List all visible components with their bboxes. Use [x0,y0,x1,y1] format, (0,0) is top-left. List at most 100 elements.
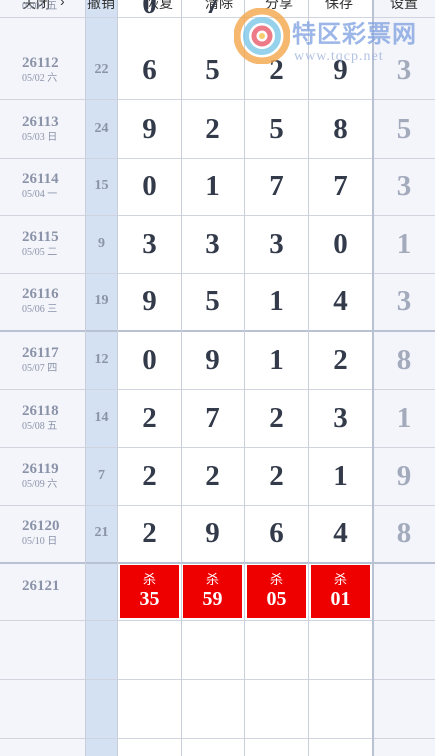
row-date: 05/05 二 [22,246,58,258]
digit-cell: 2 [142,516,157,549]
digit-cell: 9 [205,516,220,549]
sum-cell: 7 [98,468,105,483]
row-date: 05/01 五 [22,1,58,12]
digit-cell: 2 [269,459,284,492]
table-row[interactable]: 26116 05/06 三 19 9 5 1 4 3 [0,272,435,332]
row-date: 05/08 五 [22,420,58,432]
digit-cell: 2 [205,112,220,145]
last-cell: 3 [396,169,412,202]
sum-cell: 19 [94,293,109,308]
kill-label: 杀 [142,572,156,588]
kill-box[interactable]: 杀 01 [311,565,370,618]
row-date: 05/03 日 [22,131,58,143]
issue-number: 26118 [22,402,59,419]
last-cell: 1 [396,401,412,434]
digit-cell: 1 [269,284,284,317]
sum-cell: 15 [94,178,109,193]
issue-number: 26116 [22,285,59,302]
digit-cell: 7 [269,169,284,202]
grid-line [372,0,374,756]
sum-cell: 24 [94,121,109,136]
last-cell: 8 [396,343,412,376]
kill-box[interactable]: 杀 59 [183,565,242,618]
grid-line [181,0,182,756]
digit-cell: 1 [205,169,220,202]
digit-cell: 7 [205,0,220,20]
digit-cell: 2 [142,459,157,492]
digit-cell: 0 [333,227,348,260]
digit-cell: 0 [142,0,157,20]
digit-cell: 3 [142,227,157,260]
digit-cell: 2 [142,401,157,434]
kill-value: 01 [330,587,351,610]
last-cell: 1 [396,227,412,260]
last-cell: 8 [396,516,412,549]
last-cell: 3 [396,284,412,317]
kill-value: 05 [266,587,287,610]
issue-number: 26119 [22,460,59,477]
kill-box[interactable]: 杀 05 [247,565,306,618]
digit-cell: 5 [269,112,284,145]
issue-number: 26113 [22,113,59,130]
table-row[interactable]: 26117 05/07 四 12 0 9 1 2 8 [0,331,435,390]
table-row[interactable]: 26113 05/03 日 24 9 2 5 8 5 [0,100,435,159]
grid-line [85,0,86,756]
digit-cell: 6 [269,516,284,549]
watermark-url: www.tqcp.net [294,49,384,64]
digit-cell: 7 [205,401,220,434]
issue-number: 26112 [22,54,59,71]
table-row[interactable]: 26118 05/08 五 14 2 7 2 3 1 [0,389,435,448]
digit-cell: 8 [333,112,348,145]
digit-cell: 4 [333,284,348,317]
grid-line [117,0,118,756]
last-cell: 5 [396,112,412,145]
watermark: 特区彩票网 www.tqcp.net [234,8,434,68]
row-date: 05/07 四 [22,362,58,374]
swirl-logo-icon [234,8,290,64]
table-row[interactable]: 26115 05/05 二 9 3 3 3 0 1 [0,215,435,274]
digit-cell: 9 [142,112,157,145]
digit-cell: 2 [333,343,348,376]
sum-cell: 9 [98,236,105,251]
issue-number: 26115 [22,228,59,245]
grid-line [308,0,309,756]
row-date: 05/10 日 [22,535,58,547]
digit-cell: 1 [333,459,348,492]
issue-number: 26114 [22,170,59,187]
row-date: 05/09 六 [22,478,58,490]
digit-cell: 6 [142,53,157,86]
kill-box[interactable]: 杀 35 [120,565,179,618]
digit-cell: 3 [269,227,284,260]
kill-value: 35 [139,587,160,610]
issue-number: 26121 [22,577,60,594]
sum-cell: 21 [94,525,109,540]
digit-cell: 2 [269,401,284,434]
digit-cell: 4 [333,516,348,549]
table-row[interactable]: 26120 05/10 日 21 2 9 6 4 8 [0,504,435,564]
last-cell: 9 [396,459,412,492]
issue-number: 26117 [22,344,59,361]
table-row[interactable]: 26119 05/09 六 7 2 2 2 1 9 [0,447,435,506]
digit-cell: 3 [333,401,348,434]
watermark-title: 特区彩票网 [292,20,417,48]
digit-cell: 5 [205,284,220,317]
digit-cell: 0 [142,343,157,376]
empty-row[interactable] [0,680,435,739]
digit-cell: 7 [333,169,348,202]
table-row[interactable]: 26114 05/04 一 15 0 1 7 7 3 [0,157,435,216]
kill-label: 杀 [333,572,347,588]
grid-line [244,0,245,756]
row-date: 05/02 六 [22,72,58,84]
empty-row[interactable] [0,621,435,680]
sum-cell: 22 [94,62,109,77]
digit-cell: 1 [269,343,284,376]
issue-number: 26120 [22,517,60,534]
kill-label: 杀 [269,572,283,588]
digit-cell: 9 [142,284,157,317]
row-date: 05/04 一 [22,188,58,200]
digit-cell: 0 [142,169,157,202]
digit-cell: 2 [205,459,220,492]
digit-cell: 3 [205,227,220,260]
sum-cell: 14 [94,410,109,425]
digit-cell: 9 [205,343,220,376]
